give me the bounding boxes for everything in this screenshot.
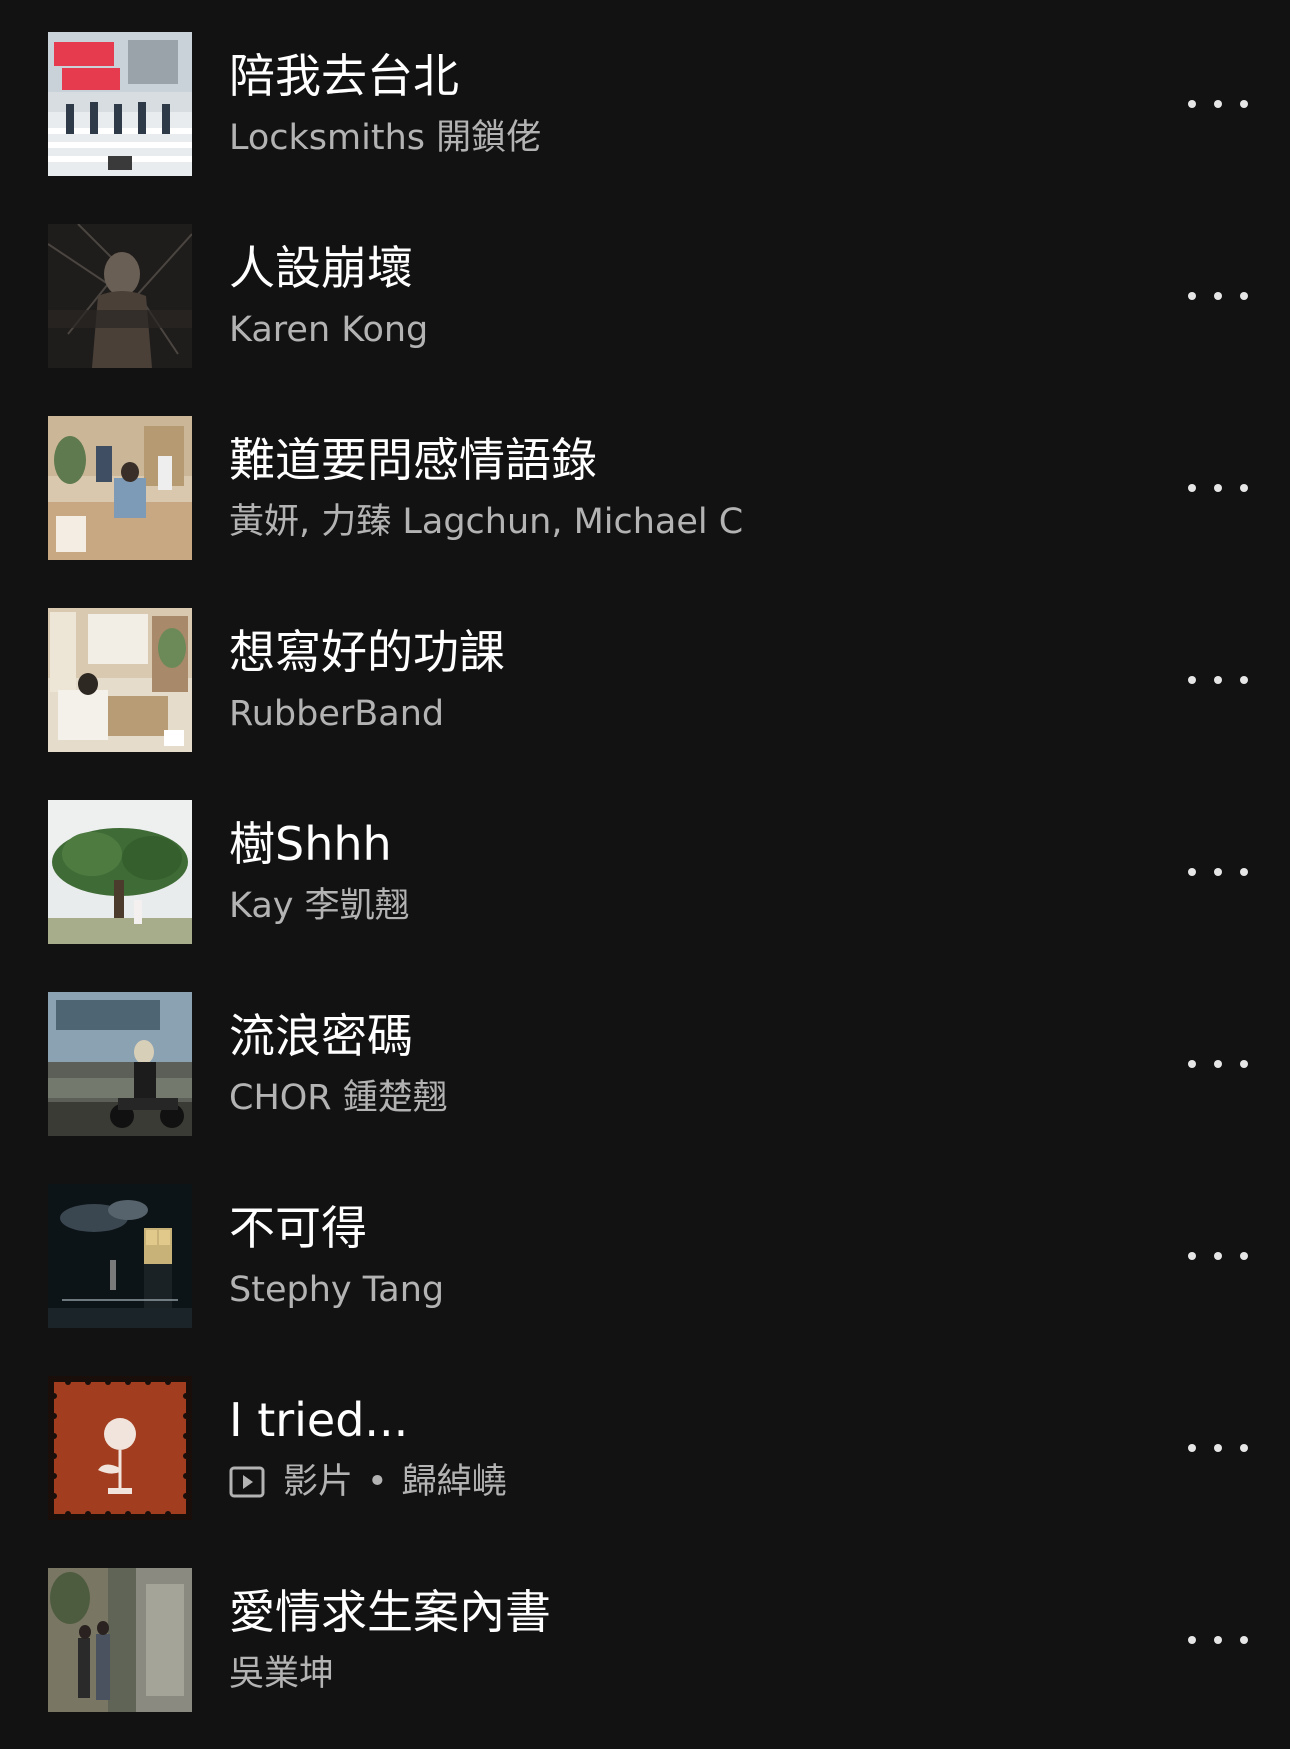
track-artist: Karen Kong: [229, 310, 429, 350]
track-title: I tried...: [229, 1393, 409, 1447]
album-art: [48, 1568, 192, 1712]
track-title: 人設崩壞: [229, 241, 413, 295]
more-options-icon[interactable]: [1188, 1046, 1248, 1082]
track-artist: Stephy Tang: [229, 1270, 445, 1310]
track-artist: 黃妍, 力臻 Lagchun, Michael C: [229, 502, 744, 542]
more-options-icon[interactable]: [1188, 86, 1248, 122]
track-subtitle: 影片 • 歸綽嶢: [229, 1458, 507, 1506]
track-row[interactable]: 樹Shhh Kay 李凱翹: [0, 768, 1290, 960]
media-type-label: 影片: [283, 1462, 354, 1502]
track-title: 陪我去台北: [229, 49, 459, 103]
track-artist: CHOR 鍾楚翹: [229, 1078, 448, 1118]
track-artist: 歸綽嶢: [401, 1462, 507, 1502]
more-options-icon[interactable]: [1188, 278, 1248, 314]
album-art: [48, 608, 192, 752]
track-artist: 吳業坤: [229, 1654, 335, 1694]
album-art: [48, 416, 192, 560]
track-title: 難道要問感情語錄: [229, 433, 597, 487]
more-options-icon[interactable]: [1188, 1238, 1248, 1274]
more-options-icon[interactable]: [1188, 1430, 1248, 1466]
album-art: [48, 32, 192, 176]
track-title: 想寫好的功課: [229, 625, 505, 679]
track-row[interactable]: 難道要問感情語錄 黃妍, 力臻 Lagchun, Michael C: [0, 384, 1290, 576]
album-art: [48, 1376, 192, 1520]
more-options-icon[interactable]: [1188, 1622, 1248, 1658]
more-options-icon[interactable]: [1188, 470, 1248, 506]
track-row[interactable]: 愛情求生案內書 吳業坤: [0, 1536, 1290, 1728]
more-options-icon[interactable]: [1188, 854, 1248, 890]
track-artist: RubberBand: [229, 694, 445, 734]
album-art: [48, 992, 192, 1136]
track-artist: Kay 李凱翹: [229, 886, 410, 926]
track-row[interactable]: 人設崩壞 Karen Kong: [0, 192, 1290, 384]
more-options-icon[interactable]: [1188, 662, 1248, 698]
track-row[interactable]: 想寫好的功課 RubberBand: [0, 576, 1290, 768]
track-row[interactable]: 陪我去台北 Locksmiths 開鎖佬: [0, 0, 1290, 192]
track-row[interactable]: 不可得 Stephy Tang: [0, 1152, 1290, 1344]
track-title: 流浪密碼: [229, 1009, 413, 1063]
album-art: [48, 224, 192, 368]
album-art: [48, 800, 192, 944]
track-artist: Locksmiths 開鎖佬: [229, 118, 542, 158]
track-row[interactable]: 流浪密碼 CHOR 鍾楚翹: [0, 960, 1290, 1152]
album-art: [48, 1184, 192, 1328]
track-title: 愛情求生案內書: [229, 1585, 551, 1639]
track-row[interactable]: I tried... 影片 • 歸綽嶢: [0, 1344, 1290, 1536]
track-title: 樹Shhh: [229, 817, 392, 871]
track-title: 不可得: [229, 1201, 367, 1255]
separator: •: [367, 1462, 388, 1502]
video-icon: [229, 1465, 265, 1499]
